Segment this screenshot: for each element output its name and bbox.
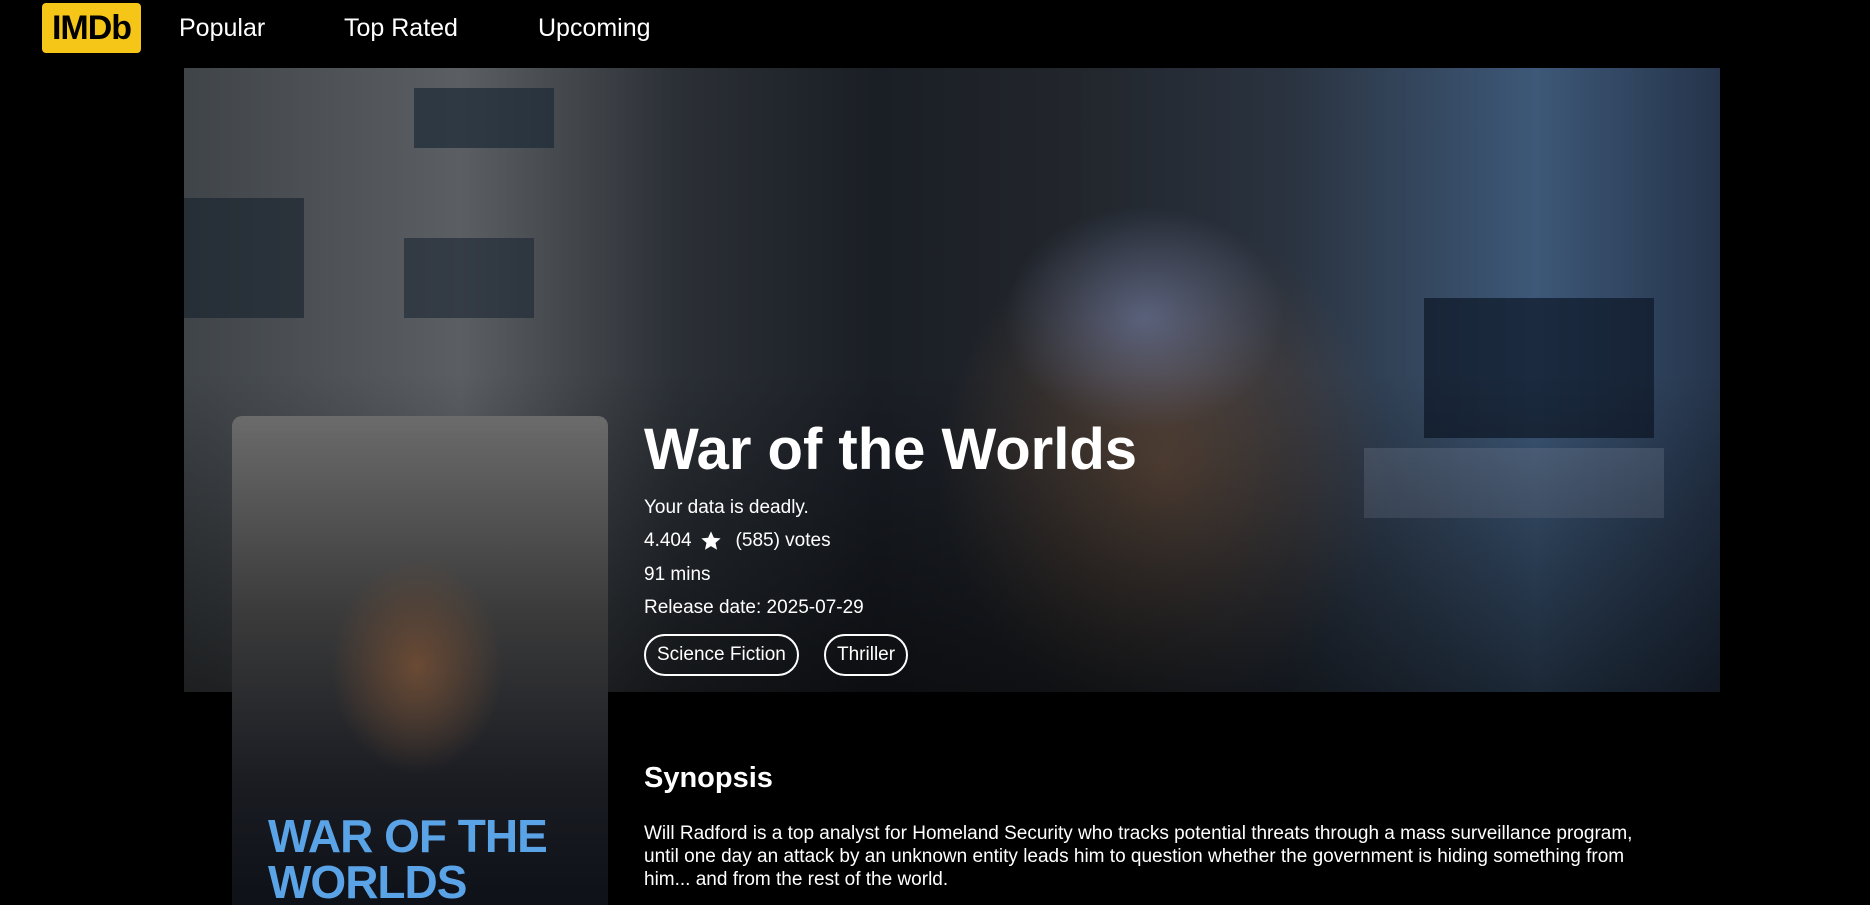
movie-title: War of the Worlds xyxy=(644,417,1137,482)
movie-runtime: 91 mins xyxy=(644,564,711,585)
nav-popular[interactable]: Popular xyxy=(179,14,265,43)
rating-line: 4.404 (585) votes xyxy=(644,530,831,552)
nav-upcoming[interactable]: Upcoming xyxy=(538,14,651,43)
release-date: Release date: 2025-07-29 xyxy=(644,597,864,618)
movie-tagline: Your data is deadly. xyxy=(644,497,809,518)
genre-pill-science-fiction[interactable]: Science Fiction xyxy=(644,634,799,676)
synopsis-heading: Synopsis xyxy=(644,762,773,794)
poster-title-art: WAR OF THE WORLDS xyxy=(268,810,548,905)
genre-pill-thriller[interactable]: Thriller xyxy=(824,634,909,676)
top-nav-bar: IMDb Popular Top Rated Upcoming xyxy=(0,0,1870,60)
star-icon xyxy=(700,531,721,550)
movie-poster: WAR OF THE WORLDS xyxy=(232,416,608,905)
synopsis-text: Will Radford is a top analyst for Homela… xyxy=(644,823,1633,890)
nav-top-rated[interactable]: Top Rated xyxy=(344,14,458,43)
imdb-logo[interactable]: IMDb xyxy=(42,3,141,53)
vote-count: (585) votes xyxy=(735,530,831,551)
rating-value: 4.404 xyxy=(644,530,692,551)
